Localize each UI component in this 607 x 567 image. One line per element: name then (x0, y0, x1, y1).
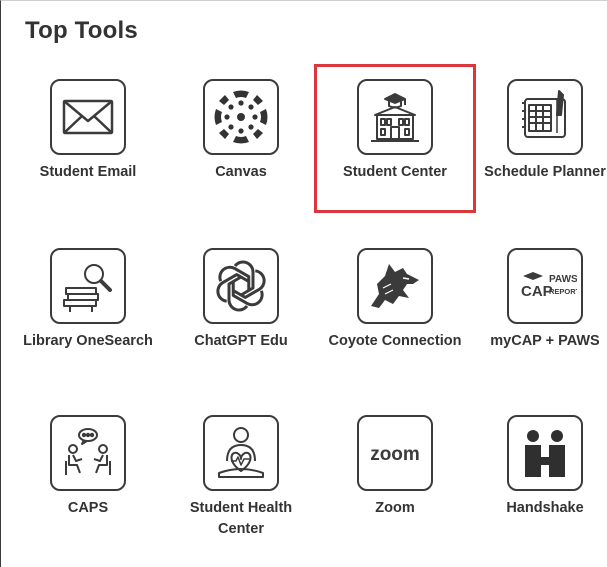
handshake-logo-icon (507, 415, 583, 491)
tool-label: Student Email (39, 164, 137, 180)
tool-canvas[interactable]: Canvas (166, 65, 316, 215)
tool-student-email[interactable]: Student Email (13, 65, 163, 215)
tool-label: Zoom (375, 500, 415, 516)
tool-label: Schedule Planner (484, 164, 606, 180)
library-search-icon (50, 248, 126, 324)
counseling-icon (50, 415, 126, 491)
health-center-icon (203, 415, 279, 491)
tool-label: myCAP + PAWS (490, 333, 600, 349)
school-building-icon (357, 79, 433, 155)
tool-zoom[interactable]: zoom Zoom (320, 401, 470, 551)
icon-zoom-text: zoom (370, 444, 420, 465)
mycap-paws-icon: CAP PAWS REPORT (507, 248, 583, 324)
tool-label: Handshake (506, 500, 584, 516)
section-title: Top Tools (25, 17, 138, 44)
schedule-planner-icon (507, 79, 583, 155)
tool-handshake[interactable]: Handshake (470, 401, 607, 551)
tool-label: Library OneSearch (23, 333, 153, 349)
tool-coyote-connection[interactable]: Coyote Connection (320, 234, 470, 384)
tool-student-health-center[interactable]: Student Health Center (166, 401, 316, 551)
zoom-logo-icon: zoom (357, 415, 433, 491)
tool-label: Coyote Connection (328, 333, 462, 349)
canvas-logo-icon (203, 79, 279, 155)
tool-schedule-planner[interactable]: Schedule Planner (470, 65, 607, 215)
chatgpt-logo-icon (203, 248, 279, 324)
tool-label: ChatGPT Edu (194, 333, 288, 349)
tool-label: CAPS (67, 500, 109, 516)
tool-mycap-paws[interactable]: CAP PAWS REPORT myCAP + PAWS (470, 234, 607, 384)
tool-chatgpt-edu[interactable]: ChatGPT Edu (166, 234, 316, 384)
icon-report-text: REPORT (549, 287, 577, 296)
envelope-icon (50, 79, 126, 155)
top-tools-panel: Top Tools Student Email Canvas Student C… (0, 0, 607, 567)
tool-caps[interactable]: CAPS (13, 401, 163, 551)
icon-paws-text: PAWS (549, 274, 577, 285)
coyote-icon (357, 248, 433, 324)
tool-label: Student Center (343, 164, 447, 180)
tool-label: Student Health Center (189, 500, 293, 537)
tool-library-onesearch[interactable]: Library OneSearch (13, 234, 163, 384)
tool-student-center[interactable]: Student Center (320, 65, 470, 215)
tool-label: Canvas (215, 164, 267, 180)
icon-cap-text: CAP (521, 283, 553, 300)
